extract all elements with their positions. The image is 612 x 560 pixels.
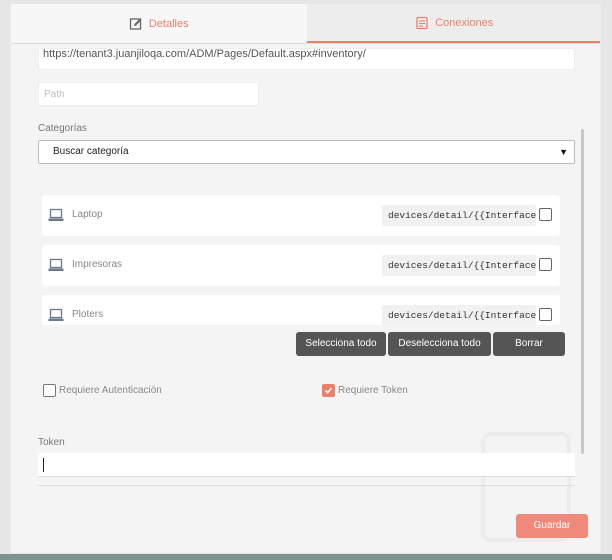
- delete-button[interactable]: Borrar: [493, 332, 565, 356]
- laptop-icon: [48, 208, 64, 221]
- categoria-selected: Buscar categoría: [53, 146, 129, 157]
- edit-icon: [129, 17, 142, 30]
- text-caret: [43, 458, 44, 472]
- connection-panel: Detalles Conexiones https://tenant3.juan…: [10, 4, 601, 553]
- item-checkbox[interactable]: [539, 308, 552, 321]
- item-path-field[interactable]: devices/detail/{{InterfaceId}}: [382, 305, 536, 325]
- requiere-autenticacion-checkbox[interactable]: [43, 384, 56, 397]
- item-name: Ploters: [72, 309, 104, 320]
- path-input[interactable]: [38, 82, 259, 106]
- item-name: Laptop: [72, 209, 103, 220]
- categoria-select[interactable]: Buscar categoría ▼: [38, 140, 575, 164]
- laptop-icon: [48, 308, 64, 321]
- save-button[interactable]: Guardar: [516, 514, 588, 538]
- select-all-button[interactable]: Selecciona todo: [296, 332, 386, 356]
- url-value: https://tenant3.juanjiloqa.com/ADM/Pages…: [43, 48, 366, 60]
- laptop-icon: [48, 258, 64, 271]
- tab-conexiones-label: Conexiones: [435, 16, 494, 29]
- requiere-token-label: Requiere Token: [338, 385, 408, 396]
- category-list: Laptop devices/detail/{{InterfaceId}} Im…: [39, 193, 563, 325]
- item-checkbox[interactable]: [539, 258, 552, 271]
- divider: [38, 485, 575, 486]
- token-input[interactable]: [38, 453, 575, 477]
- tab-bar: Detalles Conexiones: [11, 4, 600, 44]
- document-icon: [416, 16, 428, 29]
- tab-conexiones[interactable]: Conexiones: [306, 4, 600, 43]
- url-field[interactable]: https://tenant3.juanjiloqa.com/ADM/Pages…: [38, 48, 575, 70]
- checkmark-icon: [324, 387, 333, 394]
- deselect-all-button[interactable]: Deselecciona todo: [388, 332, 491, 356]
- item-path-field[interactable]: devices/detail/{{InterfaceId}}: [382, 255, 536, 276]
- list-item-laptop: Laptop devices/detail/{{InterfaceId}}: [42, 195, 560, 236]
- tab-detalles[interactable]: Detalles: [11, 4, 307, 43]
- requiere-autenticacion-option[interactable]: Requiere Autenticación: [43, 384, 162, 397]
- scrollbar[interactable]: [581, 129, 584, 454]
- categorias-label: Categorías: [38, 123, 87, 134]
- tab-detalles-label: Detalles: [148, 17, 189, 30]
- requiere-token-option[interactable]: Requiere Token: [322, 384, 408, 397]
- requiere-token-checkbox[interactable]: [322, 384, 335, 397]
- bottom-bar: [0, 554, 612, 560]
- item-name: Impresoras: [72, 259, 123, 270]
- requiere-autenticacion-label: Requiere Autenticación: [59, 385, 162, 396]
- token-label: Token: [38, 437, 65, 448]
- list-item-ploters: Ploters devices/detail/{{InterfaceId}}: [42, 295, 560, 325]
- item-path-field[interactable]: devices/detail/{{InterfaceId}}: [382, 205, 536, 226]
- list-item-impresoras: Impresoras devices/detail/{{InterfaceId}…: [42, 245, 560, 286]
- item-checkbox[interactable]: [539, 208, 552, 221]
- dropdown-arrow-icon: ▼: [559, 147, 568, 157]
